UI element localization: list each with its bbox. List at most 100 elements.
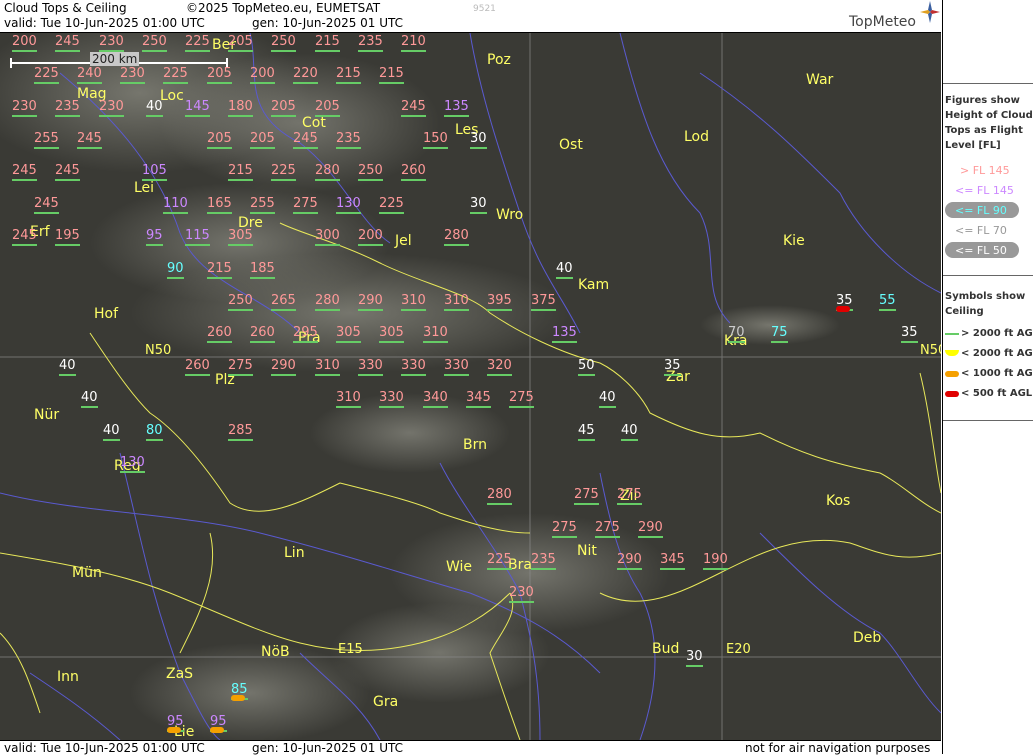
ceiling-ok-symbol xyxy=(293,82,318,84)
cloud-top-value: 280 xyxy=(487,488,512,505)
cloud-top-value: 95 xyxy=(146,229,163,246)
cloud-top-value: 70 xyxy=(728,326,745,343)
ceiling-ok-symbol xyxy=(55,115,80,117)
cloud-top-value: 30 xyxy=(470,132,487,149)
ceiling-ok-symbol xyxy=(379,406,404,408)
ceiling-ok-symbol xyxy=(638,536,663,538)
cloud-top-value: 135 xyxy=(552,326,577,343)
ceiling-ok-symbol xyxy=(12,244,37,246)
city-label: Lin xyxy=(284,545,305,561)
ceiling-ok-symbol xyxy=(470,147,487,149)
satellite-map[interactable]: 200 km N50 N50 E15 E20 Ber Poz War Mag L… xyxy=(0,33,941,740)
cloud-top-value: 40 xyxy=(103,424,120,441)
image-code: 9521 xyxy=(473,4,496,14)
ceiling-ok-symbol xyxy=(466,406,491,408)
cloud-top-value: 245 xyxy=(34,197,59,214)
ceiling-ok-symbol xyxy=(167,277,184,279)
ceiling-ok-symbol xyxy=(901,341,918,343)
ceiling-ok-symbol xyxy=(315,374,340,376)
valid-time: valid: Tue 10-Jun-2025 01:00 UTC xyxy=(4,16,205,30)
cloud-top-value: 245 xyxy=(55,35,80,52)
ceiling-ok-symbol xyxy=(401,374,426,376)
ceiling-ok-symbol xyxy=(595,536,620,538)
cloud-top-value: 230 xyxy=(509,586,534,603)
ceiling-ok-symbol xyxy=(12,50,37,52)
cloud-top-value: 215 xyxy=(207,262,232,279)
cloud-top-value: 275 xyxy=(228,359,253,376)
cloud-top-value: 40 xyxy=(59,359,76,376)
ceiling-ok-symbol xyxy=(34,82,59,84)
city-label: Kie xyxy=(783,233,805,249)
cloud-top-value: 245 xyxy=(77,132,102,149)
ceiling-ok-symbol xyxy=(228,244,253,246)
cloud-top-value: 305 xyxy=(379,326,404,343)
city-label: Bud xyxy=(652,641,680,657)
ceiling-ok-symbol xyxy=(664,374,681,376)
ceiling-ok-symbol xyxy=(574,503,599,505)
cloud-top-value: 275 xyxy=(574,488,599,505)
cloud-top-value: 50 xyxy=(578,359,595,376)
cloud-top-value: 130 xyxy=(336,197,361,214)
ceiling-ok-symbol xyxy=(771,341,788,343)
cloud-top-value: 245 xyxy=(401,100,426,117)
cloud-top-value: 305 xyxy=(336,326,361,343)
legend-item: <= FL 50 xyxy=(955,244,1007,257)
legend-symbol-label: < 1000 ft AGL xyxy=(961,368,1033,379)
cloud-top-value: 35 xyxy=(901,326,918,343)
ceiling-ok-symbol xyxy=(293,147,318,149)
ceiling-ok-symbol xyxy=(103,439,120,441)
ceiling-ok-symbol xyxy=(12,179,37,181)
cloud-top-value: 205 xyxy=(271,100,296,117)
ceiling-ok-symbol xyxy=(34,147,59,149)
city-label: Ost xyxy=(559,137,583,153)
ceiling-ok-symbol xyxy=(99,115,124,117)
cloud-top-value: 215 xyxy=(228,164,253,181)
ceiling-ok-symbol xyxy=(293,212,318,214)
cloud-top-value: 260 xyxy=(185,359,210,376)
cloud-top-value: 235 xyxy=(531,553,556,570)
cloud-top-value: 225 xyxy=(163,67,188,84)
cloud-top-value: 235 xyxy=(336,132,361,149)
cloud-top-value: 30 xyxy=(470,197,487,214)
ceiling-ok-symbol xyxy=(336,82,361,84)
city-label: Wro xyxy=(496,207,524,223)
scale-label: 200 km xyxy=(90,52,140,66)
cloud-top-value: 280 xyxy=(315,294,340,311)
ceiling-ok-symbol xyxy=(315,309,340,311)
ceiling-ok-symbol xyxy=(228,309,253,311)
cloud-top-value: 275 xyxy=(509,391,534,408)
cloud-top-value: 345 xyxy=(660,553,685,570)
ceiling-ok-symbol xyxy=(578,374,595,376)
ceiling-ok-symbol xyxy=(228,179,253,181)
ceiling-ok-symbol xyxy=(271,309,296,311)
cloud-top-value: 340 xyxy=(423,391,448,408)
ceiling-ok-symbol xyxy=(250,341,275,343)
ceiling-ok-symbol xyxy=(99,50,124,52)
cloud-top-value: 105 xyxy=(142,164,167,181)
cloud-top-value: 310 xyxy=(444,294,469,311)
cloud-top-value: 255 xyxy=(250,197,275,214)
ceiling-ok-symbol xyxy=(336,212,361,214)
cloud-top-value: 250 xyxy=(228,294,253,311)
city-label: Lod xyxy=(684,129,710,145)
legend-item: <= FL 70 xyxy=(955,224,1007,237)
ceiling-below-500-symbol xyxy=(945,391,959,397)
ceiling-ok-symbol xyxy=(617,568,642,570)
footer-bar: valid: Tue 10-Jun-2025 01:00 UTC gen: 10… xyxy=(0,740,941,755)
cloud-top-value: 235 xyxy=(55,100,80,117)
cloud-top-value: 205 xyxy=(228,35,253,52)
ceiling-below-2000-symbol xyxy=(945,350,959,356)
cloud-top-value: 250 xyxy=(358,164,383,181)
cloud-top-value: 295 xyxy=(293,326,318,343)
city-label: Hof xyxy=(94,306,119,322)
cloud-top-value: 275 xyxy=(617,488,642,505)
grid-label-lat: N50 xyxy=(920,343,941,358)
legend-item: > FL 145 xyxy=(960,164,1010,177)
ceiling-ok-symbol xyxy=(401,115,426,117)
cloud-top-value: 275 xyxy=(552,521,577,538)
ceiling-ok-symbol xyxy=(552,536,577,538)
cloud-top-value: 200 xyxy=(12,35,37,52)
ceiling-ok-symbol xyxy=(185,244,210,246)
ceiling-ok-symbol xyxy=(12,115,37,117)
cloud-top-value: 330 xyxy=(379,391,404,408)
